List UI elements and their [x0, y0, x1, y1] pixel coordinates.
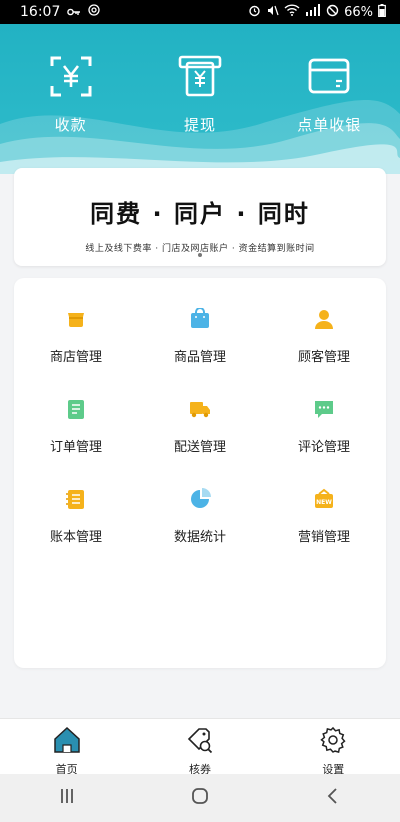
customer-icon [313, 308, 335, 334]
product-bag-icon [189, 307, 211, 334]
alarm-icon [248, 4, 261, 21]
home-button[interactable] [170, 778, 230, 818]
menu-label: 顾客管理 [297, 350, 350, 365]
menu-label: 营销管理 [297, 530, 350, 545]
cashier-label: 点单收银 [297, 116, 362, 134]
menu-label: 配送管理 [173, 440, 226, 455]
carousel-indicator [198, 253, 202, 257]
at-sign-icon [88, 4, 101, 20]
wifi-icon [284, 4, 300, 20]
store-icon [65, 308, 87, 334]
collect-money-icon [49, 54, 93, 102]
status-bar: 16:07 66% [0, 0, 400, 24]
recent-apps-button[interactable] [37, 778, 97, 818]
home-circle-icon [190, 786, 210, 810]
order-doc-icon [65, 398, 87, 424]
collect-money-button[interactable]: 收款 [11, 24, 131, 144]
withdraw-button[interactable]: 提现 [140, 24, 260, 144]
back-button[interactable] [303, 778, 363, 818]
menu-item-orders[interactable]: 订单管理 [14, 398, 138, 488]
back-chevron-icon [323, 786, 343, 810]
menu-item-marketing[interactable]: NEW 营销管理 [262, 488, 386, 578]
svg-text:NEW: NEW [316, 499, 332, 506]
mute-icon [266, 4, 279, 21]
cashier-button[interactable]: 点单收银 [269, 24, 389, 144]
menu-label: 数据统计 [173, 530, 226, 545]
withdraw-icon [178, 54, 222, 102]
battery-percent: 66% [344, 4, 373, 20]
menu-label: 账本管理 [49, 530, 102, 545]
delivery-truck-icon [189, 398, 211, 424]
coupon-verify-icon [185, 725, 215, 759]
ledger-icon [65, 488, 87, 514]
menu-item-comments[interactable]: 评论管理 [262, 398, 386, 488]
feature-menu-card: 商店管理 商品管理 顾客管理 订单管理 配送管理 评论管理 账本管理 数据统计 … [14, 278, 386, 668]
home-icon [52, 725, 82, 759]
tab-settings[interactable]: 设置 [273, 719, 393, 776]
menu-item-ledger[interactable]: 账本管理 [14, 488, 138, 578]
marketing-new-icon: NEW [313, 488, 335, 514]
tab-home[interactable]: 首页 [7, 719, 127, 776]
menu-item-products[interactable]: 商品管理 [138, 307, 262, 398]
system-navigation-bar [0, 774, 400, 822]
recent-apps-icon [57, 786, 77, 810]
no-disturb-icon [326, 4, 339, 21]
cashier-icon [307, 54, 351, 102]
key-icon [67, 4, 81, 20]
withdraw-label: 提现 [183, 116, 216, 134]
menu-label: 评论管理 [297, 440, 350, 455]
menu-item-statistics[interactable]: 数据统计 [138, 488, 262, 578]
menu-item-store[interactable]: 商店管理 [14, 308, 138, 398]
promo-banner[interactable]: 同费 · 同户 · 同时 线上及线下费率 · 门店及网店账户 · 资金结算到账时… [14, 168, 386, 266]
menu-label: 商店管理 [49, 350, 102, 365]
menu-item-customers[interactable]: 顾客管理 [262, 308, 386, 398]
tab-coupon[interactable]: 核券 [140, 719, 260, 776]
comment-icon [313, 398, 335, 424]
menu-label: 商品管理 [173, 350, 226, 365]
bottom-tab-bar: 首页 核券 设置 [0, 718, 400, 776]
status-time: 16:07 [20, 4, 61, 20]
banner-title: 同费 · 同户 · 同时 [90, 200, 310, 228]
settings-gear-icon [318, 725, 348, 759]
battery-icon [378, 3, 386, 21]
signal-icon [305, 4, 321, 20]
pie-chart-icon [189, 488, 211, 514]
menu-item-delivery[interactable]: 配送管理 [138, 398, 262, 488]
header-banner: 收款 提现 点单收银 [0, 24, 400, 174]
collect-money-label: 收款 [54, 116, 87, 134]
menu-label: 订单管理 [49, 440, 102, 455]
